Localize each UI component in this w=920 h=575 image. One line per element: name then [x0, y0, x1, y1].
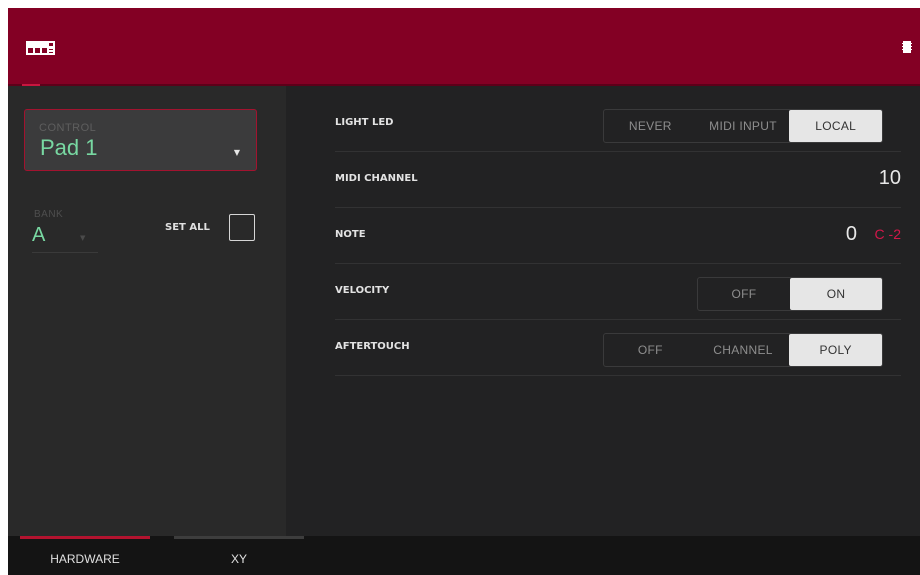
velocity-option-off[interactable]: OFF — [698, 278, 790, 310]
dropdown-arrow-icon: ▼ — [233, 148, 240, 157]
control-label: CONTROL — [39, 122, 97, 134]
footer-tab-bar: HARDWARE XY — [8, 536, 920, 575]
light-led-option-midi-input[interactable]: MIDI INPUT — [697, 110, 790, 142]
bank-selector[interactable]: A — [32, 224, 45, 247]
tab-hardware-indicator — [20, 536, 150, 539]
tab-xy-label: XY — [230, 552, 247, 566]
aftertouch-option-poly[interactable]: POLY — [789, 334, 883, 366]
light-led-row: LIGHT LED NEVER MIDI INPUT LOCAL — [335, 95, 901, 152]
velocity-row: VELOCITY OFF ON — [335, 263, 901, 320]
aftertouch-option-channel[interactable]: CHANNEL — [697, 334, 790, 366]
light-led-option-local[interactable]: LOCAL — [789, 110, 883, 142]
tab-xy-indicator — [174, 536, 304, 539]
bank-dropdown-arrow-icon: ▼ — [80, 234, 86, 242]
set-all-checkbox[interactable] — [229, 214, 255, 241]
sidebar: CONTROL Pad 1 ▼ BANK A ▼ SET ALL — [8, 86, 286, 536]
light-led-segmented-control: NEVER MIDI INPUT LOCAL — [603, 109, 883, 143]
bank-label: BANK — [34, 209, 64, 220]
midi-channel-row: MIDI CHANNEL 10 — [335, 151, 901, 208]
tab-hardware[interactable]: HARDWARE — [20, 536, 150, 575]
aftertouch-option-off[interactable]: OFF — [604, 334, 697, 366]
header-bar — [8, 8, 920, 84]
velocity-label: VELOCITY — [335, 285, 390, 296]
midi-channel-value[interactable]: 10 — [879, 167, 901, 190]
tab-xy[interactable]: XY — [174, 536, 304, 575]
pad-grid-icon[interactable] — [26, 41, 55, 55]
app-window: CONTROL Pad 1 ▼ BANK A ▼ SET ALL LIGHT L… — [8, 8, 920, 575]
velocity-option-on[interactable]: ON — [790, 278, 882, 310]
note-value[interactable]: 0 — [846, 223, 857, 246]
control-value: Pad 1 — [40, 135, 98, 160]
note-row: NOTE 0 C -2 — [335, 207, 901, 264]
control-selector[interactable]: CONTROL Pad 1 ▼ — [24, 109, 257, 171]
set-all-label: SET ALL — [165, 222, 210, 233]
velocity-segmented-control: OFF ON — [697, 277, 883, 311]
chip-icon[interactable] — [902, 40, 912, 54]
aftertouch-row: AFTERTOUCH OFF CHANNEL POLY — [335, 319, 901, 376]
note-name: C -2 — [874, 226, 901, 242]
note-label: NOTE — [335, 229, 366, 240]
bank-underline — [32, 252, 98, 253]
aftertouch-segmented-control: OFF CHANNEL POLY — [603, 333, 883, 367]
settings-panel: LIGHT LED NEVER MIDI INPUT LOCAL MIDI CH… — [286, 86, 920, 536]
tab-hardware-label: HARDWARE — [50, 552, 120, 566]
aftertouch-label: AFTERTOUCH — [335, 341, 410, 352]
midi-channel-label: MIDI CHANNEL — [335, 173, 418, 184]
light-led-label: LIGHT LED — [335, 117, 394, 128]
light-led-option-never[interactable]: NEVER — [604, 110, 697, 142]
